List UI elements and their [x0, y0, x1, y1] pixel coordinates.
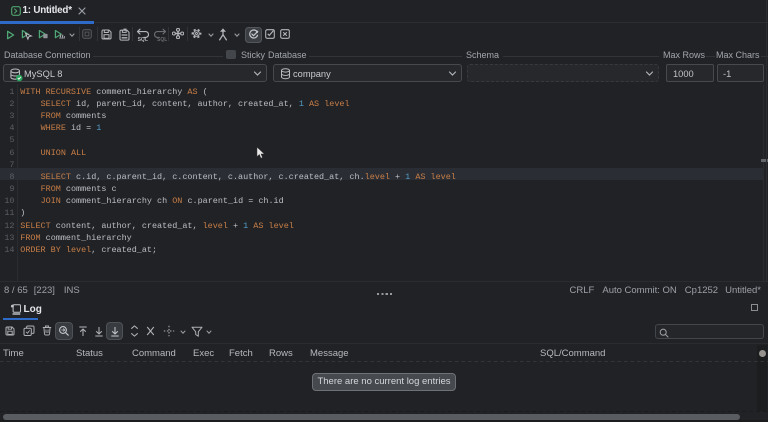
svg-text:SQL: SQL	[137, 36, 147, 41]
svg-text:SQL: SQL	[157, 36, 167, 41]
